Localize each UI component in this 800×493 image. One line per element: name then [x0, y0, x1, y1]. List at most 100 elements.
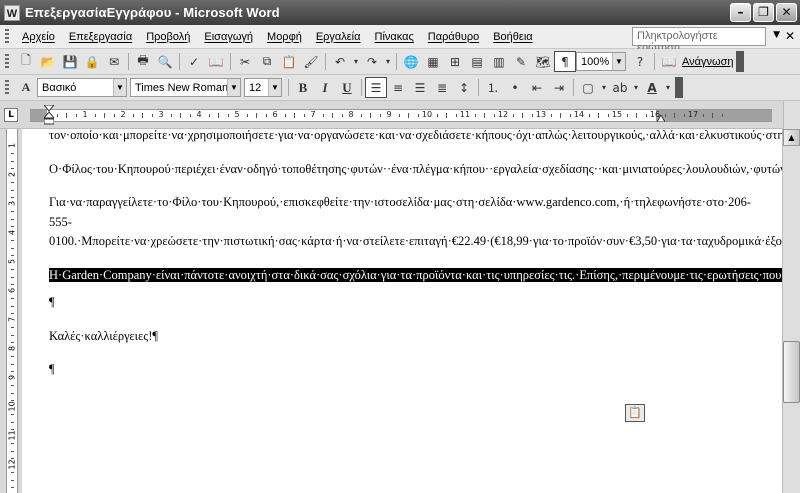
research-icon[interactable]: 📖 [205, 51, 227, 72]
email-icon[interactable]: ✉ [103, 51, 125, 72]
hyperlink-icon[interactable]: 🌐 [400, 51, 422, 72]
font-size-select[interactable]: 12 ▼ [244, 78, 282, 97]
indent-marker-icon[interactable] [44, 105, 54, 125]
new-document-icon[interactable]: 🗋 [15, 51, 37, 72]
vruler-number: 1 [7, 142, 17, 149]
highlight-dropdown-icon[interactable]: ▾ [631, 77, 641, 98]
read-icon[interactable]: 📖 [658, 51, 680, 72]
toolbar-grip-handle[interactable] [5, 79, 9, 96]
spelling-icon[interactable]: ✓ [183, 51, 205, 72]
ruler-tick [446, 113, 447, 118]
minimize-button[interactable]: – [730, 3, 751, 22]
document-close-icon[interactable]: ✕ [785, 29, 795, 43]
show-hide-pilcrow-icon[interactable]: ¶ [554, 51, 576, 72]
toolbar-options-chevron-icon[interactable] [735, 51, 744, 72]
menu-format[interactable]: Μορφή [260, 31, 309, 43]
menu-view[interactable]: Προβολή [139, 31, 197, 43]
menu-insert[interactable]: Εισαγωγή [197, 31, 260, 43]
insert-table-icon[interactable]: ⊞ [444, 51, 466, 72]
decrease-indent-icon[interactable]: ⇤ [526, 77, 548, 98]
ask-dropdown-arrow-icon[interactable]: ▼ [773, 30, 780, 40]
justify-icon[interactable]: ≣ [431, 77, 453, 98]
paragraph[interactable]: τον·οποίο·και·μπορείτε·να·χρησιμοποιήσετ… [49, 129, 782, 146]
menu-table[interactable]: Πίνακας [368, 31, 421, 43]
bullets-icon[interactable]: • [504, 77, 526, 98]
menu-tools[interactable]: Εργαλεία [309, 31, 368, 43]
tab-selector-icon[interactable]: L [4, 108, 18, 122]
font-select[interactable]: Times New Roman ▼ [130, 78, 241, 97]
format-painter-icon[interactable]: 🖌 [300, 51, 322, 72]
paste-icon[interactable]: 📋 [278, 51, 300, 72]
toolbar-grip-handle[interactable] [5, 53, 9, 70]
redo-icon[interactable]: ↷ [361, 51, 383, 72]
vruler-number: 12 [7, 459, 17, 470]
highlight-icon[interactable]: ab [609, 77, 631, 98]
document-page[interactable]: τον·οποίο·και·μπορείτε·να·χρησιμοποιήσετ… [22, 129, 782, 493]
save-icon[interactable]: 💾 [59, 51, 81, 72]
columns-icon[interactable]: ▥ [488, 51, 510, 72]
vertical-scrollbar[interactable]: ▲ [782, 129, 800, 493]
menu-window[interactable]: Παράθυρο [421, 31, 486, 43]
closing-paragraph[interactable]: Καλές·καλλιέργειες!¶ [49, 327, 669, 347]
menubar-grip-handle[interactable] [5, 28, 9, 45]
tables-borders-icon[interactable]: ▦ [422, 51, 444, 72]
document-map-icon[interactable]: 🗺 [532, 51, 554, 72]
close-button[interactable]: ✕ [776, 3, 797, 22]
vertical-ruler[interactable]: 1 2 3 4 5 6 7 8 9 10 11 12 [6, 129, 18, 493]
style-dropdown-arrow-icon[interactable]: ▼ [113, 79, 126, 96]
read-button[interactable]: Ανάγνωση [682, 56, 734, 68]
ask-question-input[interactable]: Πληκτρολογήστε ερώτηση [632, 27, 766, 54]
selected-paragraph[interactable]: Η·Garden·Company·είναι·πάντοτε·ανοιχτή·σ… [49, 266, 782, 286]
vruler-tick [11, 334, 14, 336]
styles-formatting-icon[interactable]: A [15, 77, 37, 98]
zoom-dropdown-arrow-icon[interactable]: ▼ [612, 53, 625, 70]
font-color-icon[interactable]: A [641, 77, 663, 98]
font-color-dropdown-icon[interactable]: ▾ [663, 77, 673, 98]
print-preview-icon[interactable]: 🔍 [154, 51, 176, 72]
undo-dropdown-icon[interactable]: ▾ [351, 51, 361, 72]
undo-icon[interactable]: ↶ [329, 51, 351, 72]
menu-edit[interactable]: Επεξεργασία [62, 31, 139, 43]
cut-icon[interactable]: ✂ [234, 51, 256, 72]
borders-dropdown-icon[interactable]: ▾ [599, 77, 609, 98]
insert-excel-icon[interactable]: ▤ [466, 51, 488, 72]
increase-indent-icon[interactable]: ⇥ [548, 77, 570, 98]
align-left-icon[interactable]: ☰ [365, 77, 387, 98]
toolbar-options-chevron-icon[interactable] [675, 77, 683, 98]
line-spacing-icon[interactable]: ↕ [453, 77, 475, 98]
drawing-icon[interactable]: ✎ [510, 51, 532, 72]
zoom-select[interactable]: 100% ▼ [576, 52, 626, 71]
paragraph[interactable]: Για·να·παραγγείλετε·το·Φίλο·του·Κηπουρού… [49, 193, 782, 252]
paragraph[interactable]: Ο·Φίλος·του·Κηπουρού·περιέχει·έναν·οδηγό… [49, 160, 782, 180]
borders-icon[interactable]: ▢ [577, 77, 599, 98]
right-indent-marker-icon[interactable] [657, 115, 665, 122]
menu-file[interactable]: Αρχείο [15, 31, 62, 43]
selection-highlight[interactable]: Η·Garden·Company·είναι·πάντοτε·ανοιχτή·σ… [49, 267, 782, 282]
paste-options-icon[interactable]: 📋 [625, 404, 645, 422]
bold-icon[interactable]: B [292, 77, 314, 98]
open-folder-icon[interactable]: 📂 [37, 51, 59, 72]
scroll-up-arrow-icon[interactable]: ▲ [783, 129, 800, 146]
menu-help[interactable]: Βοήθεια [486, 31, 539, 43]
document-body[interactable]: τον·οποίο·και·μπορείτε·να·χρησιμοποιήσετ… [49, 129, 782, 394]
underline-icon[interactable]: U [336, 77, 358, 98]
style-select[interactable]: Βασικό ▼ [37, 78, 127, 97]
restore-button[interactable]: ❐ [753, 3, 774, 22]
align-center-icon[interactable]: ≡ [387, 77, 409, 98]
copy-icon[interactable]: ⧉ [256, 51, 278, 72]
zoom-value: 100% [581, 55, 610, 68]
empty-paragraph-mark[interactable]: ¶ [49, 293, 669, 313]
font-size-dropdown-arrow-icon[interactable]: ▼ [268, 79, 281, 96]
font-dropdown-arrow-icon[interactable]: ▼ [227, 79, 240, 96]
scroll-thumb[interactable] [783, 341, 800, 403]
word-app-icon[interactable]: W [4, 4, 20, 21]
permission-icon[interactable]: 🔒 [81, 51, 103, 72]
redo-dropdown-icon[interactable]: ▾ [383, 51, 393, 72]
italic-icon[interactable]: I [314, 77, 336, 98]
align-right-icon[interactable]: ☰ [409, 77, 431, 98]
toolbar-separator [478, 79, 479, 96]
numbering-icon[interactable]: ⒈ [482, 77, 504, 98]
help-icon[interactable]: ? [629, 51, 651, 72]
final-paragraph-mark[interactable]: ¶ [49, 360, 669, 380]
print-icon[interactable]: 🖶 [132, 51, 154, 72]
